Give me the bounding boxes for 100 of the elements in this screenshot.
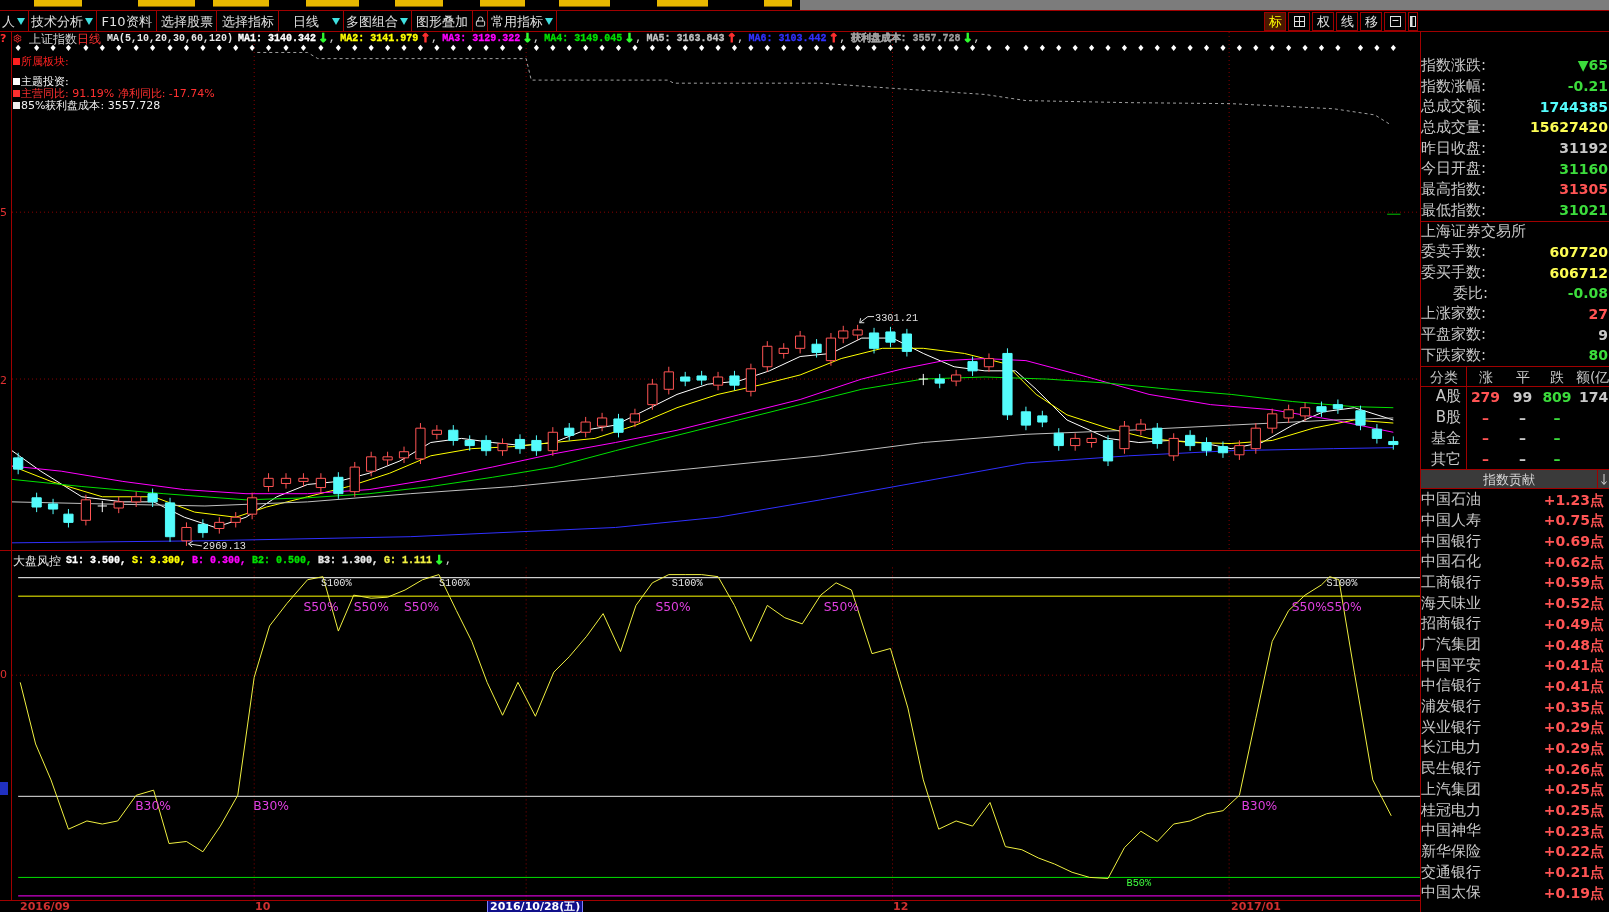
- contribution-value: +0.25点: [1543, 782, 1605, 797]
- signal-label: S50%: [1291, 599, 1327, 614]
- stock-name: 中国神华: [1421, 823, 1481, 839]
- contribution-value: +0.52点: [1543, 596, 1605, 611]
- toolbar-button[interactable]: [559, 0, 610, 7]
- signal-label: S100%: [1326, 576, 1358, 589]
- info-note: 主题投资:: [21, 75, 69, 87]
- quote-value: 31021: [1559, 203, 1609, 218]
- stock-name: 中国太保: [1421, 885, 1481, 901]
- stock-name: 民生银行: [1421, 761, 1481, 777]
- table-cell-text: –: [1552, 450, 1562, 470]
- dropdown-menu-button[interactable]: 常用指标: [488, 11, 557, 31]
- stock-name: 中国石化: [1421, 554, 1481, 570]
- date-label: 12: [893, 901, 909, 912]
- view-button[interactable]: [1384, 11, 1406, 31]
- table-header-cell-text: 额(亿: [1575, 367, 1609, 387]
- dropdown-menu-button[interactable]: 日线: [279, 11, 344, 31]
- table-cell-text: –: [1552, 429, 1562, 449]
- high-price-label: 3301.21: [875, 311, 919, 324]
- indicator-reading: G: 1.111: [383, 554, 434, 567]
- trend-arrow: ↓: [521, 32, 534, 45]
- quote-value: 15627420: [1530, 120, 1609, 135]
- toolbar-button[interactable]: [657, 0, 708, 7]
- info-note: 所属板块:: [21, 55, 69, 67]
- contribution-value: +0.69点: [1543, 534, 1605, 549]
- toolbar-button[interactable]: [138, 0, 195, 7]
- table-cell-text: –: [1518, 408, 1527, 428]
- toolbar-button[interactable]: [34, 0, 82, 7]
- date-label: 2017/01: [1231, 901, 1281, 912]
- signal-label: B50%: [1126, 876, 1152, 889]
- table-cell-text: 279: [1469, 387, 1502, 407]
- view-button[interactable]: 权: [1312, 11, 1334, 31]
- trend-arrow: ↑: [419, 32, 432, 45]
- quote-value: 31192: [1559, 141, 1609, 156]
- stock-name: 广汽集团: [1421, 637, 1481, 653]
- indicator-reading: MA6: 3103.442: [747, 32, 828, 45]
- view-button[interactable]: [1288, 11, 1310, 31]
- contribution-value: +0.35点: [1543, 699, 1605, 714]
- view-button[interactable]: 线: [1336, 11, 1358, 31]
- separator-comma: ,: [839, 32, 846, 45]
- dropdown-arrow-icon: [545, 17, 553, 25]
- sort-button[interactable]: [1597, 470, 1609, 489]
- stock-name: 浦发银行: [1421, 699, 1481, 715]
- toolbar-button[interactable]: [764, 0, 792, 7]
- contribution-value: +0.75点: [1543, 513, 1605, 528]
- dropdown-arrow-icon: [17, 17, 25, 25]
- panel-icon: [1410, 15, 1416, 27]
- dropdown-arrow-icon: [332, 17, 340, 25]
- low-price-label: 2969.13: [202, 540, 246, 550]
- signal-label: S50%: [404, 599, 440, 614]
- toolbar-button[interactable]: 选择股票: [157, 11, 217, 31]
- dropdown-arrow-icon: [400, 17, 408, 25]
- dropdown-menu-button[interactable]: 人: [0, 11, 29, 31]
- toolbar-button[interactable]: F10资料: [97, 11, 157, 31]
- toolbar-button[interactable]: [306, 0, 359, 7]
- trend-arrow: ↑: [725, 32, 738, 45]
- quote-value: ▼65: [1577, 58, 1609, 73]
- stock-name: 新华保险: [1421, 843, 1481, 859]
- dropdown-menu-button[interactable]: 多图组合: [344, 11, 412, 31]
- separator-comma: ,: [533, 32, 540, 45]
- stock-name: 中信银行: [1421, 678, 1481, 694]
- settings-icon[interactable]: [13, 34, 22, 43]
- quote-label: 最高指数:: [1421, 181, 1487, 197]
- toolbar-button[interactable]: [395, 0, 443, 7]
- quote-label: 指数涨跌:: [1421, 57, 1487, 73]
- trend-arrow: ↓: [623, 32, 636, 45]
- quote-label: 指数涨幅:: [1421, 78, 1487, 94]
- signal-label: B30%: [253, 798, 289, 813]
- contribution-value: +0.21点: [1543, 865, 1605, 880]
- dropdown-menu-button[interactable]: 技术分析: [29, 11, 97, 31]
- help-button[interactable]: ?: [0, 33, 7, 45]
- view-button[interactable]: 移: [1360, 11, 1382, 31]
- view-button[interactable]: [1408, 11, 1418, 31]
- toolbar-button[interactable]: [213, 0, 269, 7]
- date-label: 2016/09: [20, 901, 70, 912]
- stock-name: 长江电力: [1421, 740, 1481, 756]
- table-cell-text: –: [1518, 450, 1527, 470]
- table-header-cell: 分类: [1421, 366, 1467, 387]
- contribution-value: +0.62点: [1543, 554, 1605, 569]
- quote-label: 今日开盘:: [1421, 161, 1487, 177]
- date-label: 10: [255, 901, 271, 912]
- indicator-reading: 获利盘成本: 3557.728: [849, 32, 962, 45]
- contribution-value: +1.23点: [1543, 492, 1605, 507]
- trend-arrow: ↓: [961, 32, 974, 45]
- chart-title: 上证指数: [29, 32, 77, 45]
- toolbar-button[interactable]: 图形叠加: [412, 11, 473, 31]
- lock-icon[interactable]: [474, 15, 486, 27]
- contribution-value: +0.41点: [1543, 658, 1605, 673]
- toolbar-button[interactable]: [480, 0, 525, 7]
- quote-value: -0.21: [1567, 79, 1609, 94]
- quote-label: 最低指数:: [1421, 202, 1487, 218]
- stock-name: 中国平安: [1421, 657, 1481, 673]
- quote-label: 昨日收盘:: [1421, 140, 1487, 156]
- info-note: 85%获利盘成本: 3557.728: [21, 99, 161, 111]
- stock-name: 工商银行: [1421, 574, 1481, 590]
- view-button[interactable]: 标: [1264, 11, 1286, 31]
- contribution-value: +0.48点: [1543, 637, 1605, 652]
- toolbar-button[interactable]: 选择指标: [217, 11, 279, 31]
- down-arrow-icon: [1600, 473, 1607, 485]
- table-cell-text: 809: [1541, 387, 1573, 407]
